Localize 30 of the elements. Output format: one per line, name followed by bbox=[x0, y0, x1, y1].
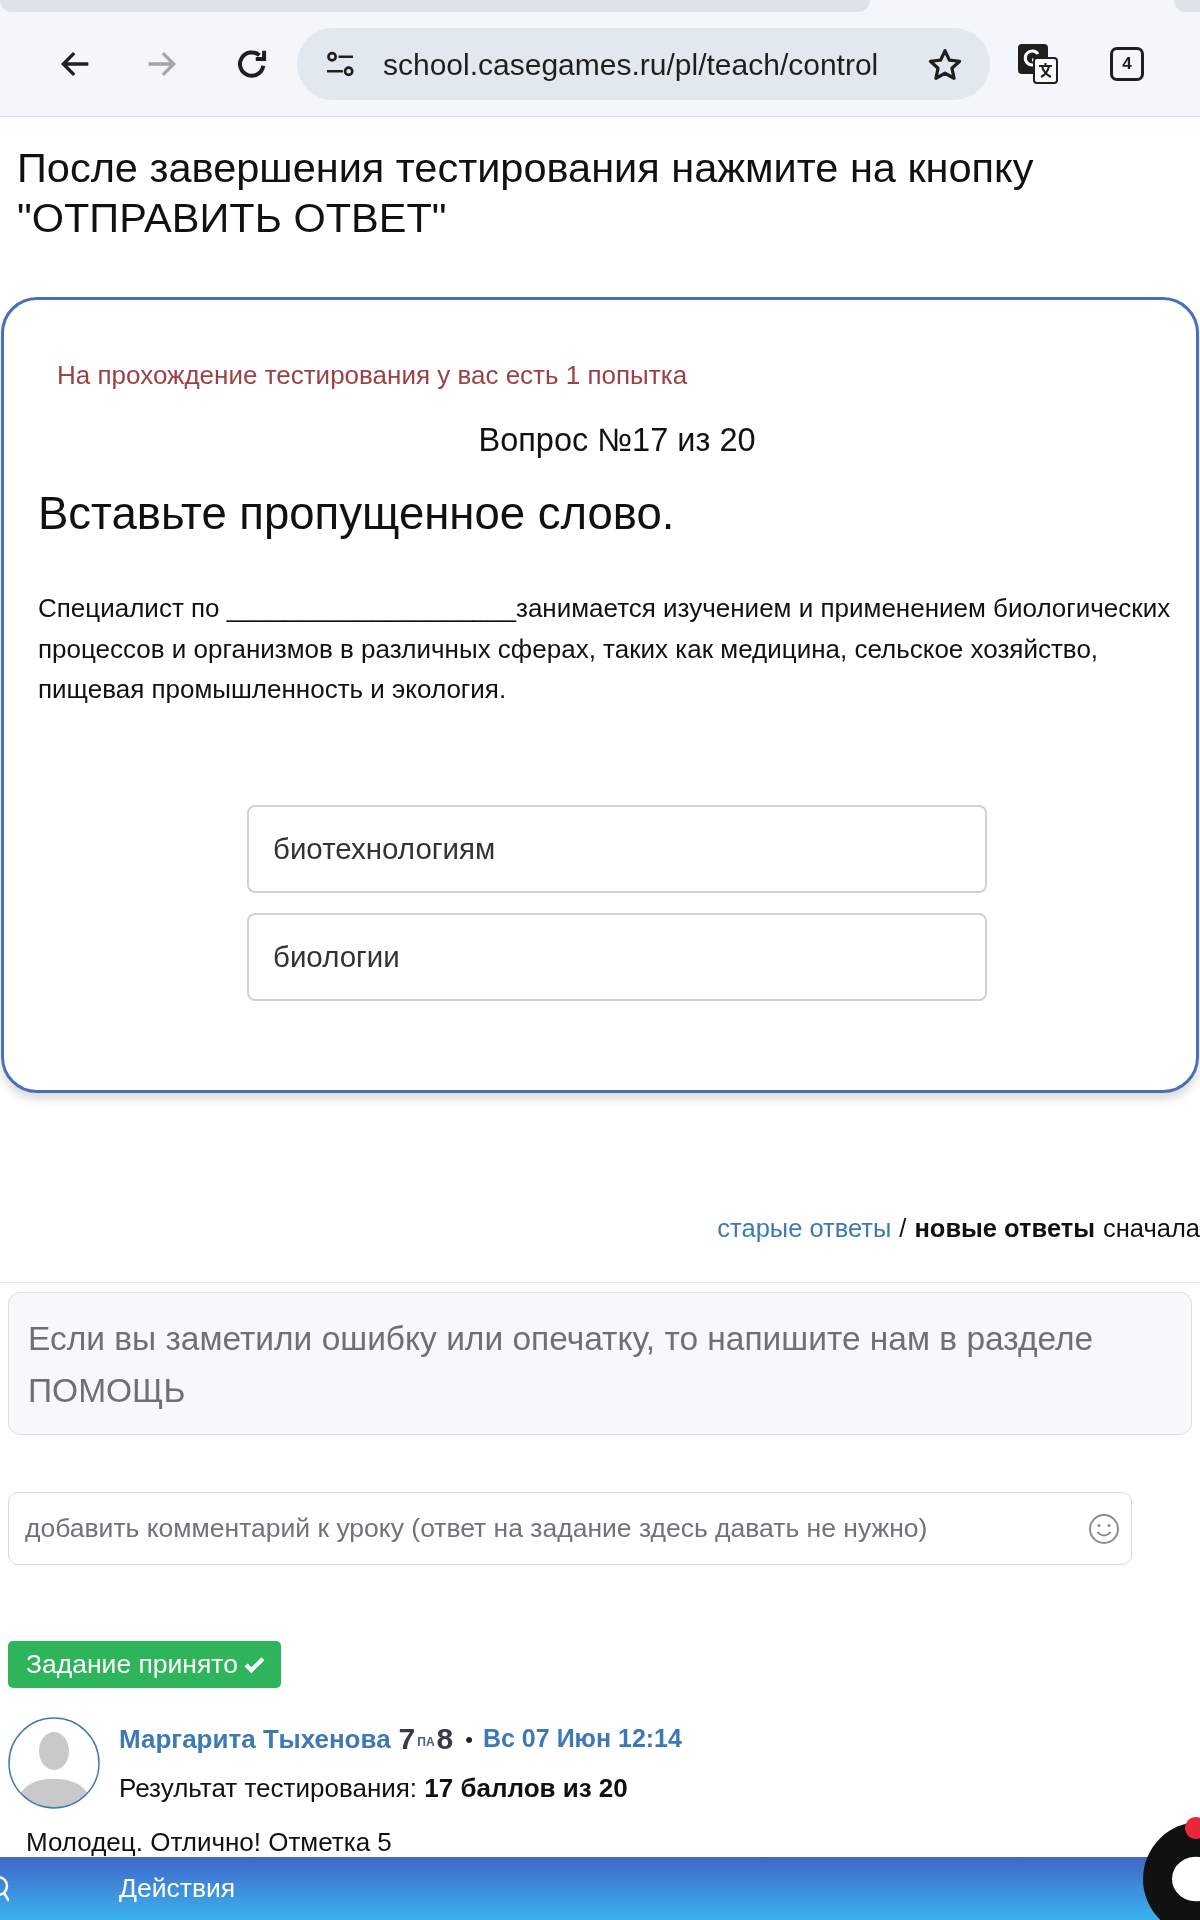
address-bar[interactable]: school.casegames.ru/pl/teach/control bbox=[297, 28, 990, 100]
reload-icon[interactable] bbox=[237, 49, 267, 79]
bullet-separator: • bbox=[465, 1725, 473, 1754]
question-counter: Вопрос №17 из 20 bbox=[478, 421, 756, 459]
attempts-note: На прохождение тестирования у вас есть 1 попытка bbox=[57, 359, 688, 391]
search-icon[interactable] bbox=[0, 1875, 9, 1903]
translate-icon[interactable] bbox=[1018, 44, 1058, 84]
class-label: 7 ПА8 bbox=[398, 1724, 454, 1754]
sort-link[interactable]: старые ответы bbox=[717, 1213, 892, 1244]
answer-option[interactable]: биотехнологиям bbox=[247, 805, 987, 893]
notice-box: Если вы заметили ошибку или опечатку, то напишите нам в разделе ПОМОЩЬ bbox=[8, 1292, 1192, 1435]
comment-field[interactable]: добавить комментарий к уроку (ответ на задание здесь давать не нужно) bbox=[8, 1492, 1132, 1565]
star-icon[interactable] bbox=[928, 47, 962, 81]
url-text[interactable]: school.casegames.ru/pl/teach/control bbox=[383, 41, 879, 87]
test-result: Результат тестирования: 17 баллов из 20 bbox=[119, 1773, 629, 1803]
feedback-text: Молодец. Отлично! Отметка 5 bbox=[26, 1828, 393, 1857]
slash-separator: / bbox=[899, 1213, 907, 1244]
sort-suffix: сначала bbox=[1103, 1213, 1200, 1244]
tune-icon[interactable] bbox=[325, 51, 355, 77]
tab-count-button[interactable]: 4 bbox=[1110, 47, 1144, 81]
check-icon bbox=[243, 1656, 265, 1673]
sort-link[interactable]: новые ответы bbox=[914, 1213, 1095, 1244]
back-arrow-icon[interactable] bbox=[60, 50, 90, 78]
answer-date[interactable]: Вс 07 Июн 12:14 bbox=[482, 1720, 682, 1758]
author-name[interactable]: Маргарита Тыхенова bbox=[119, 1719, 391, 1759]
answer-option[interactable]: биологии bbox=[247, 913, 987, 1001]
emoji-icon[interactable] bbox=[1088, 1513, 1120, 1545]
page-heading: После завершения тестирования нажмите на кнопку "ОТПРАВИТЬ ОТВЕТ" bbox=[17, 143, 1035, 243]
question-title: Вставьте пропущенное слово. bbox=[38, 488, 675, 540]
question-text: Специалист по ____________________занимается изучением и применением биологических процессов и организмов в различных сферах, таких как медицина, сельское хозяйство, пищевая промышленность и экология. bbox=[38, 592, 1172, 706]
